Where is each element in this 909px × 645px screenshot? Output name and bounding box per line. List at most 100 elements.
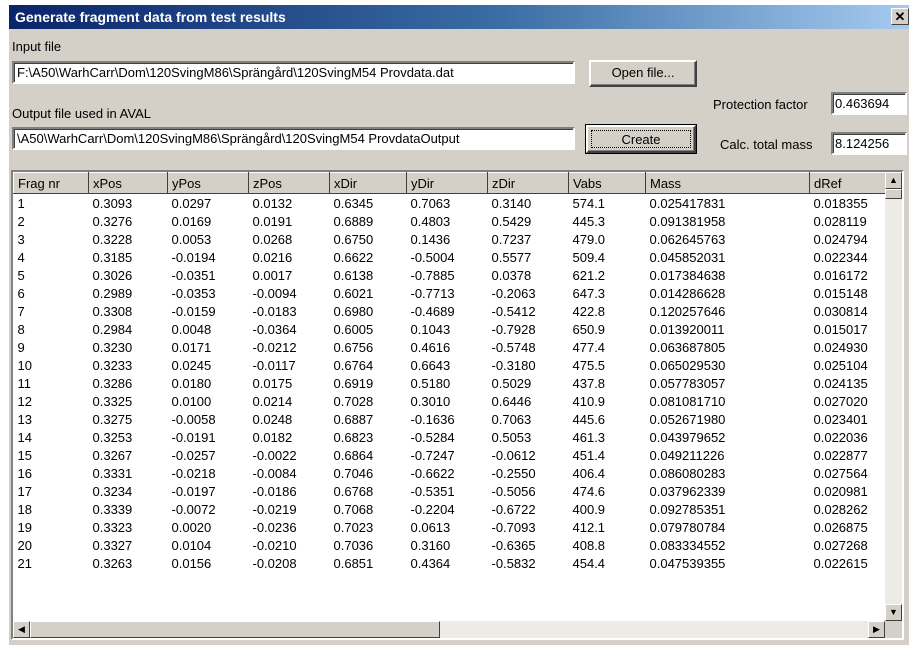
column-header[interactable]: yDir: [406, 172, 488, 194]
horizontal-scroll-thumb[interactable]: [30, 621, 440, 638]
table-cell: -0.0194: [171, 249, 216, 265]
table-cell: -0.4689: [410, 303, 455, 319]
column-header[interactable]: dRef: [809, 172, 888, 194]
table-cell: 0.030814: [813, 303, 868, 319]
table-cell: 0.0175: [252, 375, 293, 391]
column-header[interactable]: yPos: [167, 172, 249, 194]
table-cell: 0.091381958: [649, 213, 726, 229]
table-cell: 0.0268: [252, 231, 293, 247]
table-row[interactable]: 7 0.3308 -0.0159 -0.0183 0.6980 -0.4689 -0.541…: [14, 302, 888, 320]
horizontal-scrollbar[interactable]: ◀ ▶: [13, 621, 885, 638]
open-file-button-label: Open file...: [611, 65, 675, 80]
table-cell: -0.5056: [491, 483, 536, 499]
column-header[interactable]: xDir: [329, 172, 407, 194]
table-row[interactable]: 12 0.3325 0.0100 0.0214 0.7028 0.3010 0.6446 41…: [14, 392, 888, 410]
table-row[interactable]: 9 0.3230 0.0171 -0.0212 0.6756 0.4616 -0.5748 4…: [14, 338, 888, 356]
table-cell: 0.027564: [813, 465, 868, 481]
table-cell: 0.0020: [171, 519, 212, 535]
table-cell: 0.023401: [813, 411, 868, 427]
scroll-left-icon[interactable]: ◀: [13, 621, 30, 638]
table-cell: 0.0104: [171, 537, 212, 553]
table-cell: -0.0094: [252, 285, 297, 301]
table-cell: 0.3026: [92, 267, 133, 283]
table-row[interactable]: 17 0.3234 -0.0197 -0.0186 0.6768 -0.5351 -0.50…: [14, 482, 888, 500]
table-cell: 0.6980: [333, 303, 374, 319]
table-cell: -0.0084: [252, 465, 297, 481]
create-button[interactable]: Create: [585, 124, 697, 154]
protection-factor-field[interactable]: 0.463694: [831, 92, 907, 115]
close-icon[interactable]: ✕: [891, 8, 909, 25]
open-file-button[interactable]: Open file...: [589, 60, 697, 87]
table-cell: 0.3160: [410, 537, 451, 553]
table-row[interactable]: 16 0.3331 -0.0218 -0.0084 0.7046 -0.6622 -0.25…: [14, 464, 888, 482]
table-row[interactable]: 19 0.3323 0.0020 -0.0236 0.7023 0.0613 -0.7093…: [14, 518, 888, 536]
table-cell: 0.6764: [333, 357, 374, 373]
table-cell: 0.2984: [92, 321, 133, 337]
table-cell: 0.0132: [252, 195, 293, 211]
table-cell: 0.022615: [813, 555, 868, 571]
table-cell: 451.4: [572, 447, 606, 463]
scroll-up-icon[interactable]: ▲: [885, 172, 902, 189]
column-header[interactable]: Vabs: [568, 172, 646, 194]
column-header[interactable]: xPos: [88, 172, 168, 194]
table-cell: -0.7093: [491, 519, 536, 535]
table-cell: -0.5748: [491, 339, 536, 355]
table-cell: 0.120257646: [649, 303, 726, 319]
table-cell: 0.020981: [813, 483, 868, 499]
vertical-scrollbar[interactable]: ▲ ▼: [885, 172, 902, 621]
fragment-table[interactable]: Frag nr xPos yPos zPos xDir yDir zDir Vabs Mass d…: [11, 170, 904, 640]
table-row[interactable]: 15 0.3267 -0.0257 -0.0022 0.6864 -0.7247 -0.06…: [14, 446, 888, 464]
calc-total-mass-field[interactable]: 8.124256: [831, 132, 907, 155]
column-header[interactable]: zDir: [487, 172, 569, 194]
table-row[interactable]: 13 0.3275 -0.0058 0.0248 0.6887 -0.1636 0.7063…: [14, 410, 888, 428]
table-cell: 0.018355: [813, 195, 868, 211]
table-row[interactable]: 20 0.3327 0.0104 -0.0210 0.7036 0.3160 -0.6365…: [14, 536, 888, 554]
table-row[interactable]: 5 0.3026 -0.0351 0.0017 0.6138 -0.7885 0.0378 6…: [14, 266, 888, 284]
table-cell: 0.5577: [491, 249, 532, 265]
scroll-right-icon[interactable]: ▶: [868, 621, 885, 638]
table-row[interactable]: 4 0.3185 -0.0194 0.0216 0.6622 -0.5004 0.5577 5…: [14, 248, 888, 266]
column-header[interactable]: Frag nr: [13, 172, 89, 194]
table-cell: 0.1043: [410, 321, 451, 337]
table-cell: 15: [17, 447, 32, 463]
table-cell: 0.024135: [813, 375, 868, 391]
table-cell: 0.3331: [92, 465, 133, 481]
table-row[interactable]: 21 0.3263 0.0156 -0.0208 0.6851 0.4364 -0.5832…: [14, 554, 888, 572]
table-cell: 0.2989: [92, 285, 133, 301]
table-row[interactable]: 1 0.3093 0.0297 0.0132 0.6345 0.7063 0.3140 574…: [14, 194, 888, 213]
input-file-field[interactable]: F:\A50\WarhCarr\Dom\120SvingM86\Sprängår…: [12, 61, 575, 84]
table-row[interactable]: 6 0.2989 -0.0353 -0.0094 0.6021 -0.7713 -0.206…: [14, 284, 888, 302]
scroll-down-icon[interactable]: ▼: [885, 604, 902, 621]
table-cell: 0.3185: [92, 249, 133, 265]
table-cell: 0.3267: [92, 447, 133, 463]
table-row[interactable]: 11 0.3286 0.0180 0.0175 0.6919 0.5180 0.5029 43…: [14, 374, 888, 392]
table-cell: 0.4364: [410, 555, 451, 571]
title-bar[interactable]: Generate fragment data from test results…: [9, 5, 909, 29]
table-cell: 0.6768: [333, 483, 374, 499]
table-row[interactable]: 2 0.3276 0.0169 0.0191 0.6889 0.4803 0.5429 445…: [14, 212, 888, 230]
column-header[interactable]: zPos: [248, 172, 330, 194]
table-cell: -0.7247: [410, 447, 455, 463]
table-cell: 461.3: [572, 429, 606, 445]
table-cell: -0.0058: [171, 411, 216, 427]
column-header[interactable]: Mass: [645, 172, 810, 194]
table-cell: 0.3327: [92, 537, 133, 553]
table-cell: -0.0208: [252, 555, 297, 571]
table-cell: 400.9: [572, 501, 606, 517]
table-row[interactable]: 10 0.3233 0.0245 -0.0117 0.6764 0.6643 -0.3180…: [14, 356, 888, 374]
table-cell: -0.0212: [252, 339, 297, 355]
table-cell: 0.6021: [333, 285, 374, 301]
table-cell: 406.4: [572, 465, 606, 481]
table-cell: -0.2063: [491, 285, 536, 301]
table-cell: 454.4: [572, 555, 606, 571]
table-cell: 0.092785351: [649, 501, 726, 517]
table-row[interactable]: 18 0.3339 -0.0072 -0.0219 0.7068 -0.2204 -0.67…: [14, 500, 888, 518]
vertical-scroll-thumb[interactable]: [885, 189, 902, 199]
table-row[interactable]: 14 0.3253 -0.0191 0.0182 0.6823 -0.5284 0.5053…: [14, 428, 888, 446]
output-file-field[interactable]: \A50\WarhCarr\Dom\120SvingM86\Sprängård\…: [12, 127, 575, 150]
table-row[interactable]: 3 0.3228 0.0053 0.0268 0.6750 0.1436 0.7237 479…: [14, 230, 888, 248]
table-cell: 475.5: [572, 357, 606, 373]
table-cell: 0.3308: [92, 303, 133, 319]
table-row[interactable]: 8 0.2984 0.0048 -0.0364 0.6005 0.1043 -0.7928 6…: [14, 320, 888, 338]
table-cell: -0.7713: [410, 285, 455, 301]
